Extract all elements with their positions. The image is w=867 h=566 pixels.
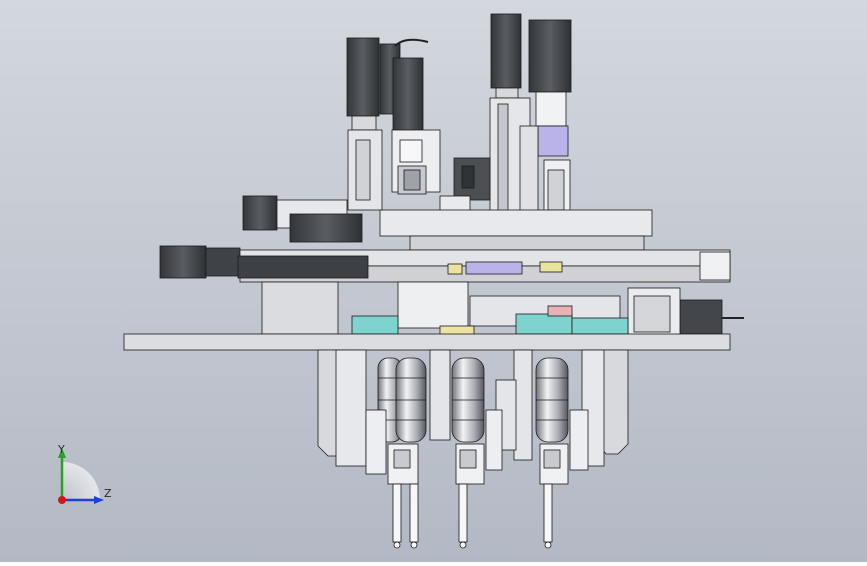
bottom-bracket-left <box>317 349 367 467</box>
triad-z-label: Z <box>104 487 112 500</box>
servo-motor-top-left <box>346 37 401 131</box>
cylinder-actuator-2 <box>395 357 427 443</box>
cad-viewport[interactable]: Y Z <box>0 0 867 562</box>
servo-motor-side-upper <box>242 195 363 243</box>
vertical-axis-left <box>347 129 441 211</box>
nozzle-2 <box>458 483 468 549</box>
bottom-bracket-right <box>581 349 629 467</box>
gripper-head-2 <box>455 443 485 485</box>
servo-motor-top-right-a <box>490 13 522 99</box>
cylinder-actuator-3 <box>451 357 485 443</box>
orientation-triad: Y Z <box>57 443 112 504</box>
nozzle-pair-1 <box>392 483 419 549</box>
bottom-bracket-mid-left <box>429 349 451 441</box>
gripper-head-1 <box>387 443 419 485</box>
base-plate <box>123 333 731 351</box>
nozzle-3 <box>543 483 553 549</box>
x-axis-dot <box>58 496 66 504</box>
triad-y-label: Y <box>57 443 65 456</box>
cylinder-actuator-4 <box>535 357 569 443</box>
cad-model-canvas[interactable]: Y Z <box>0 0 867 562</box>
servo-motor-side-lower <box>159 245 241 279</box>
servo-motor-top-center <box>392 57 424 143</box>
gripper-head-3 <box>539 443 569 485</box>
